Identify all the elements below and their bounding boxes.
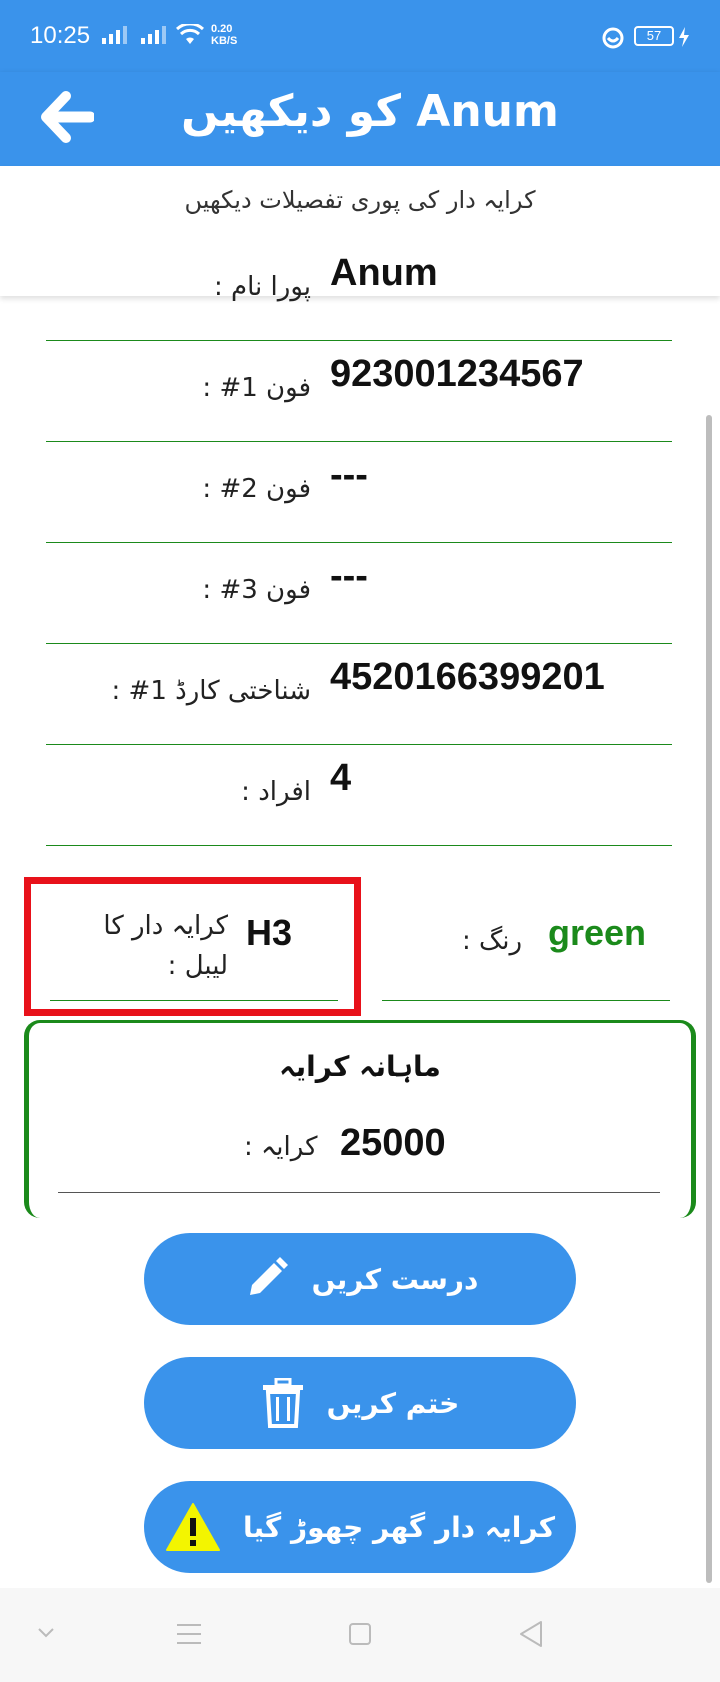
field-row-members: افراد : 4 xyxy=(46,745,672,846)
status-time: 10:25 xyxy=(30,22,91,49)
field-label: فون 3# : xyxy=(202,575,311,605)
menu-icon[interactable] xyxy=(176,1622,202,1646)
field-label: پورا نام : xyxy=(214,272,311,302)
field-value: --- xyxy=(330,454,368,496)
field-value: --- xyxy=(330,555,368,597)
tenant-label-value: H3 xyxy=(246,912,293,953)
field-row-phone-1: فون 1# : 923001234567 xyxy=(46,341,672,442)
field-label: شناختی کارڈ 1# : xyxy=(111,676,311,706)
tenant-label-divider xyxy=(50,1000,338,1001)
color-value: green xyxy=(548,912,647,953)
field-value: Anum xyxy=(330,252,438,294)
tenant-left-button-label: کرایہ دار گھر چھوڑ گیا xyxy=(242,1510,556,1544)
warning-icon xyxy=(165,1503,220,1551)
field-value: 4520166399201 xyxy=(330,656,605,698)
color-divider xyxy=(382,1000,670,1001)
delete-button-label: ختم کریں xyxy=(326,1386,460,1420)
battery-icon: 57 xyxy=(634,26,674,46)
arrow-left-icon[interactable] xyxy=(40,90,94,144)
edit-button[interactable]: درست کریں xyxy=(144,1233,576,1325)
chevron-down-icon[interactable] xyxy=(36,1626,56,1640)
field-row-cnic: شناختی کارڈ 1# : 4520166399201 xyxy=(46,644,672,745)
back-nav-icon[interactable] xyxy=(518,1620,544,1648)
rent-divider xyxy=(58,1192,660,1193)
scrollbar[interactable] xyxy=(706,415,712,1583)
app-bar: Anum کو دیکھیں xyxy=(0,72,720,166)
status-bar: 10:25 0.20 KB/S 57 xyxy=(0,0,720,72)
field-value: 923001234567 xyxy=(330,353,584,395)
rent-value: 25000 xyxy=(340,1122,446,1164)
pencil-icon xyxy=(249,1257,288,1295)
field-row-full-name: پورا نام : Anum xyxy=(46,240,672,341)
signal-2-icon xyxy=(141,26,166,44)
wifi-icon xyxy=(176,24,204,44)
field-row-phone-3: فون 3# : --- xyxy=(46,543,672,644)
network-speed-value: 0.20 xyxy=(211,23,233,35)
charging-icon xyxy=(679,27,689,47)
page-title: Anum کو دیکھیں xyxy=(181,86,559,137)
edit-button-label: درست کریں xyxy=(311,1262,479,1296)
trash-icon xyxy=(262,1378,303,1428)
delete-button[interactable]: ختم کریں xyxy=(144,1357,576,1449)
page-subtitle: کرایہ دار کی پوری تفصیلات دیکھیں xyxy=(184,186,536,214)
field-value: 4 xyxy=(330,757,352,799)
system-nav-bar xyxy=(0,1588,720,1682)
field-row-phone-2: فون 2# : --- xyxy=(46,442,672,543)
battery-level: 57 xyxy=(646,28,662,43)
rent-label: کرایہ : xyxy=(244,1132,318,1162)
network-speed: 0.20 KB/S xyxy=(211,23,237,47)
monthly-rent-title: ماہانہ کرایہ xyxy=(279,1050,441,1083)
signal-icon xyxy=(102,26,127,44)
home-icon[interactable] xyxy=(348,1622,372,1646)
network-speed-unit: KB/S xyxy=(211,35,238,47)
app-notification-icon xyxy=(602,27,624,49)
color-label: رنگ : xyxy=(462,926,523,956)
tenant-left-button[interactable]: کرایہ دار گھر چھوڑ گیا xyxy=(144,1481,576,1573)
field-label: فون 1# : xyxy=(202,373,311,403)
field-label: فون 2# : xyxy=(202,474,311,504)
tenant-label-label: کرایہ دار کا لیبل : xyxy=(103,911,228,981)
field-label: افراد : xyxy=(241,777,311,807)
